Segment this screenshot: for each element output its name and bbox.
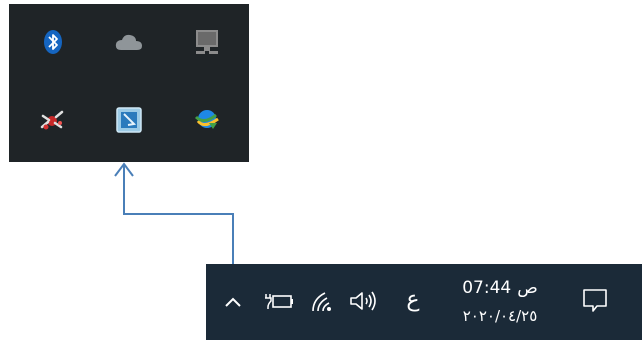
clock-ampm: ص [517, 278, 538, 298]
input-language-indicator[interactable]: ع [402, 284, 424, 316]
wifi-icon[interactable] [308, 286, 338, 316]
action-center-icon[interactable] [578, 284, 612, 318]
screenshot-stage: ع 07:44 ص ٢٠٢٠/٠٤/٢٥ [0, 0, 642, 340]
taskbar-clock[interactable]: 07:44 ص ٢٠٢٠/٠٤/٢٥ [440, 270, 560, 334]
app-launcher-icon[interactable] [113, 104, 145, 136]
clock-time: 07:44 [462, 278, 512, 298]
bluetooth-icon[interactable] [37, 26, 69, 58]
onedrive-cloud-icon[interactable] [113, 26, 145, 58]
taskbar-notification-area: ع 07:44 ص ٢٠٢٠/٠٤/٢٥ [206, 264, 642, 340]
network-drive-icon[interactable] [191, 26, 223, 58]
satellite-app-icon[interactable] [36, 104, 68, 136]
tray-overflow-flyout [9, 4, 249, 162]
speaker-icon[interactable] [346, 286, 380, 316]
chevron-up-icon[interactable] [222, 288, 244, 316]
clock-date: ٢٠٢٠/٠٤/٢٥ [462, 307, 538, 325]
battery-plug-icon[interactable] [262, 286, 296, 316]
download-manager-icon[interactable] [191, 104, 223, 136]
clock-time-row: 07:44 ص [462, 276, 538, 300]
